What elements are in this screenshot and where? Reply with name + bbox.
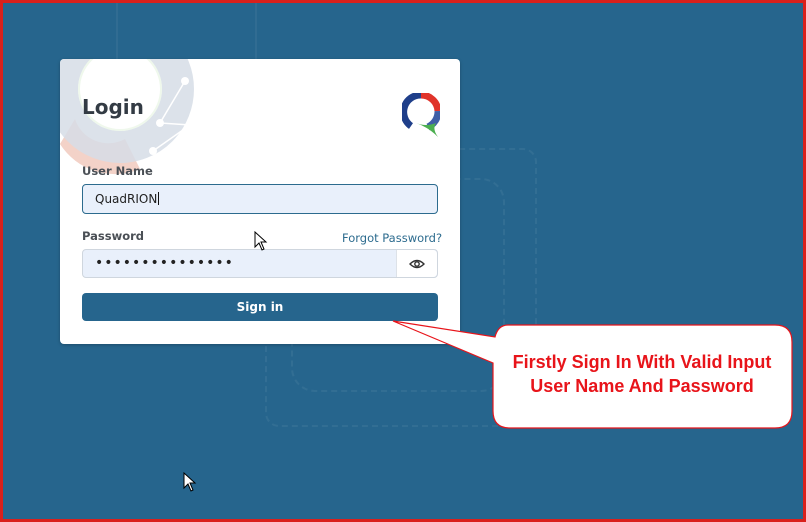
mouse-cursor-icon	[183, 472, 197, 492]
callout-line-1: Firstly Sign In With Valid Input	[512, 352, 772, 372]
callout-text: Firstly Sign In With Valid Input User Na…	[493, 350, 791, 398]
callout-line-2: User Name And Password	[530, 376, 754, 396]
mouse-cursor-icon	[254, 231, 268, 251]
screen-frame: Login User Name QuadRION Password Forgot…	[0, 0, 806, 522]
callout-bubble-shape	[392, 320, 793, 429]
